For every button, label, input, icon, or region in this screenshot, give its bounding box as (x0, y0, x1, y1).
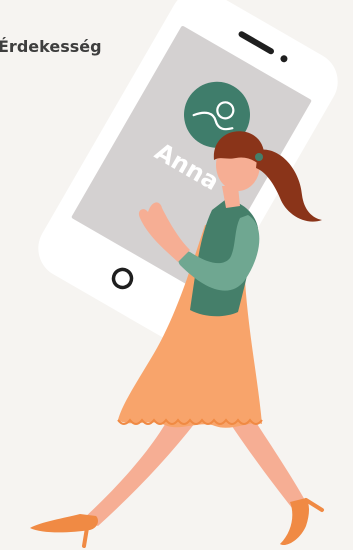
hair-tie (255, 153, 263, 161)
woman-carrying-phone-illustration: Anna (30, 0, 338, 548)
illustration-card: Érdekesség Anna (0, 0, 353, 550)
front-shoe (280, 498, 309, 546)
